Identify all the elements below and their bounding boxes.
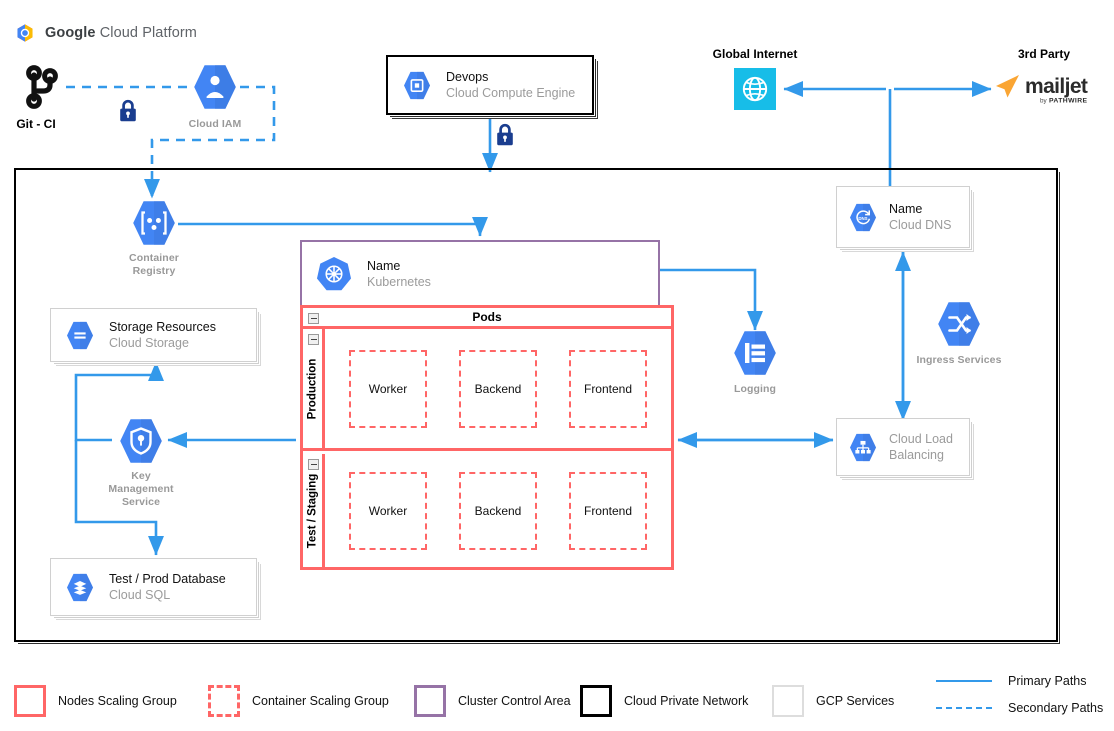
legend-line-secondary [936, 707, 992, 709]
git-ci-label: Git - CI [16, 117, 56, 131]
storage-resources-card[interactable]: Storage Resources Cloud Storage [50, 308, 257, 362]
legend-label-cluster-control: Cluster Control Area [458, 694, 571, 708]
logging-icon [731, 330, 779, 376]
database-subtitle: Cloud SQL [109, 588, 171, 602]
database-card[interactable]: Test / Prod Database Cloud SQL [50, 558, 257, 616]
swimlane-production-body: Worker Backend Frontend [325, 329, 671, 448]
legend-item-nodes-scaling: Nodes Scaling Group [14, 685, 177, 717]
collapse-icon-production[interactable] [308, 334, 319, 345]
collapse-icon-pods[interactable] [308, 313, 319, 324]
storage-title: Storage Resources [109, 320, 217, 334]
compute-engine-icon [404, 71, 430, 99]
ingress-services-label: Ingress Services [916, 354, 1002, 366]
kubernetes-icon [316, 256, 352, 291]
padlock-icon-devops [495, 123, 515, 147]
svg-text:mailjet: mailjet [1025, 75, 1088, 98]
legend-swatch-container-scaling [208, 685, 240, 717]
cloud-sql-icon [67, 573, 93, 601]
legend-item-gcp-services: GCP Services [772, 685, 894, 717]
pod-production-backend[interactable]: Backend [459, 349, 537, 428]
legend-swatch-cluster-control [414, 685, 446, 717]
legend-item-container-scaling: Container Scaling Group [208, 685, 389, 717]
database-title: Test / Prod Database [109, 572, 226, 586]
legend-label-nodes-scaling: Nodes Scaling Group [58, 694, 177, 708]
cloud-load-balancing-title: Cloud Load [889, 432, 953, 446]
legend-swatch-gcp-services [772, 685, 804, 717]
mailjet-logo: mailjet by PATHWIRE [994, 66, 1104, 110]
devops-card[interactable]: Devops Cloud Compute Engine [386, 55, 594, 115]
cloud-load-balancing-icon [850, 433, 876, 461]
key-management-icon [117, 418, 165, 464]
legend-swatch-nodes-scaling [14, 685, 46, 717]
svg-text:PATHWIRE: PATHWIRE [1049, 98, 1088, 105]
cluster-text: Name Kubernetes [367, 258, 431, 290]
pod-production-worker[interactable]: Worker [349, 349, 427, 428]
key-management-label: Key Management Service [108, 470, 174, 508]
devops-title: Devops [446, 70, 489, 84]
google-cloud-logo [17, 24, 33, 42]
pods-header: Pods [303, 308, 671, 329]
cloud-load-balancing-card[interactable]: Cloud Load Balancing [836, 418, 970, 476]
logging-label: Logging [733, 383, 777, 395]
container-registry-icon [130, 200, 178, 246]
legend-item-cluster-control: Cluster Control Area [414, 685, 571, 717]
global-internet-label: Global Internet [712, 47, 798, 61]
pod-test-worker[interactable]: Worker [349, 471, 427, 550]
swimlane-test-staging: Test / Staging Worker Backend Frontend [303, 454, 671, 567]
storage-subtitle: Cloud Storage [109, 336, 189, 350]
legend-item-secondary-paths: Secondary Paths [936, 701, 1103, 715]
swimlane-test-staging-label: Test / Staging [306, 473, 319, 548]
legend-label-gcp-services: GCP Services [816, 694, 895, 708]
cloud-dns-title: Name [889, 202, 923, 216]
third-party-label: 3rd Party [1017, 47, 1071, 61]
swimlane-production: Production Worker Backend Frontend [303, 329, 671, 451]
legend-item-private-network: Cloud Private Network [580, 685, 748, 717]
pod-test-frontend[interactable]: Frontend [569, 471, 647, 550]
legend-label-secondary-paths: Secondary Paths [1008, 701, 1104, 715]
cloud-dns-subtitle: Cloud DNS [889, 218, 952, 232]
gcp-brand-bold: Google [45, 25, 96, 41]
git-ci-icon [18, 63, 66, 111]
pods-header-label: Pods [472, 310, 502, 324]
legend: Nodes Scaling Group Container Scaling Gr… [0, 672, 1114, 731]
cloud-dns-card[interactable]: DNS Name Cloud DNS [836, 186, 970, 248]
nodes-scaling-group[interactable]: Pods Production Worker Backend Frontend … [300, 305, 674, 570]
database-text: Test / Prod Database Cloud SQL [109, 571, 226, 603]
swimlane-production-rail: Production [303, 329, 325, 448]
legend-line-primary [936, 680, 992, 682]
devops-text: Devops Cloud Compute Engine [446, 69, 575, 101]
cluster-control-area[interactable]: Name Kubernetes [300, 240, 660, 308]
cloud-load-balancing-subtitle: Balancing [889, 448, 944, 462]
svg-text:by: by [1040, 98, 1048, 105]
swimlane-test-staging-rail: Test / Staging [303, 454, 325, 567]
cloud-dns-icon: DNS [850, 203, 876, 231]
cloud-storage-icon [67, 321, 93, 349]
gcp-brand-light: Cloud Platform [99, 25, 197, 41]
gcp-brand: Google Cloud Platform [14, 22, 197, 44]
pod-production-frontend[interactable]: Frontend [569, 349, 647, 428]
legend-swatch-private-network [580, 685, 612, 717]
container-registry-label: Container Registry [129, 252, 179, 277]
gcp-brand-text: Google Cloud Platform [45, 25, 197, 41]
cloud-dns-text: Name Cloud DNS [889, 201, 952, 233]
ingress-services-icon [935, 301, 983, 347]
storage-resources-text: Storage Resources Cloud Storage [109, 319, 216, 351]
cluster-title: Name [367, 259, 401, 273]
legend-label-container-scaling: Container Scaling Group [252, 694, 389, 708]
devops-subtitle: Cloud Compute Engine [446, 86, 576, 100]
svg-text:DNS: DNS [858, 216, 867, 221]
legend-item-primary-paths: Primary Paths [936, 674, 1087, 688]
cloud-iam-label: Cloud IAM [188, 118, 242, 130]
pod-test-backend[interactable]: Backend [459, 471, 537, 550]
padlock-icon [118, 99, 138, 123]
cloud-load-balancing-text: Cloud Load Balancing [889, 431, 953, 463]
collapse-icon-test-staging[interactable] [308, 459, 319, 470]
swimlane-test-staging-body: Worker Backend Frontend [325, 454, 671, 567]
globe-icon [734, 68, 776, 110]
cloud-iam-icon [191, 64, 239, 110]
swimlane-production-label: Production [306, 358, 319, 419]
cluster-subtitle: Kubernetes [367, 275, 431, 289]
legend-label-primary-paths: Primary Paths [1008, 674, 1087, 688]
legend-label-private-network: Cloud Private Network [624, 694, 749, 708]
